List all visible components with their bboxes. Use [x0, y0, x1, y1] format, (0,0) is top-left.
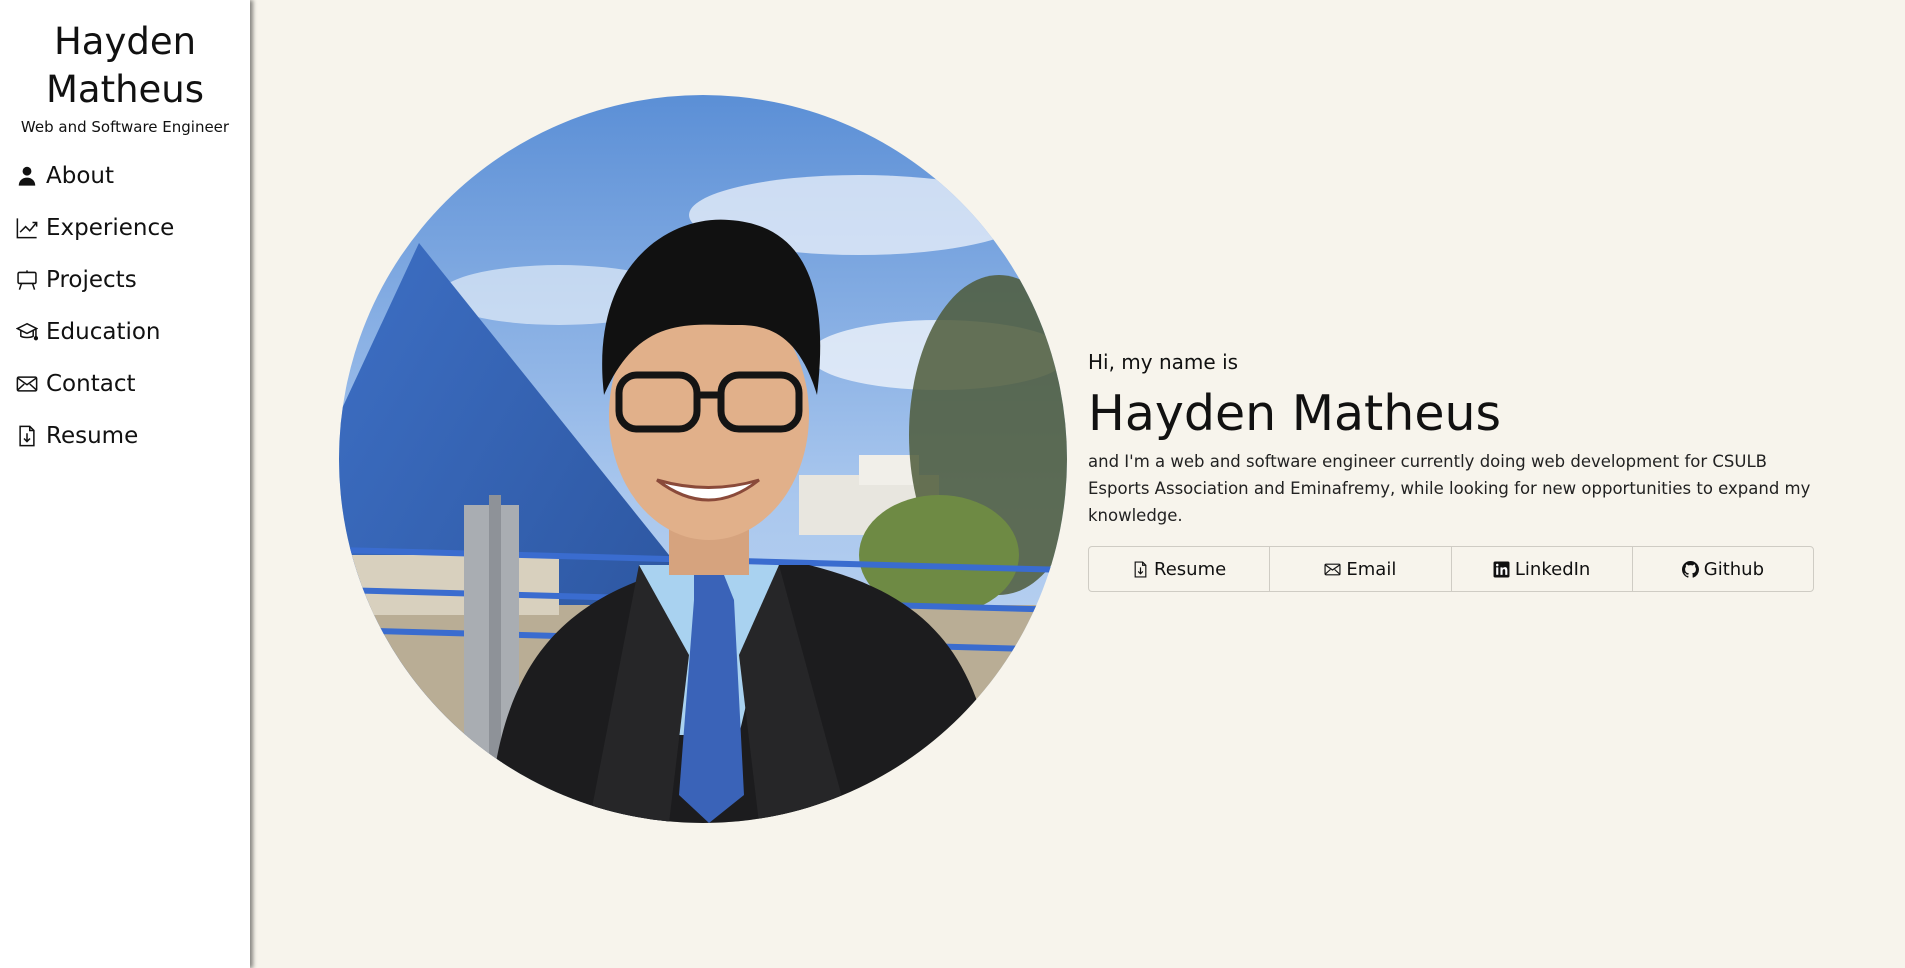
- bio-text: and I'm a web and software engineer curr…: [1088, 452, 1811, 525]
- file-download-icon: [15, 424, 39, 448]
- person-icon: [15, 164, 39, 188]
- profile-photo: [339, 95, 1067, 823]
- sidebar: Hayden Matheus Web and Software Engineer…: [0, 0, 250, 968]
- brand-name: Hayden Matheus: [0, 18, 250, 114]
- sidebar-item-label: Education: [46, 319, 161, 345]
- sidebar-item-label: Resume: [46, 423, 139, 449]
- main-content: Hi, my name is Hayden Matheus and I'm a …: [250, 0, 1905, 968]
- brand-tagline: Web and Software Engineer: [20, 118, 230, 136]
- hero-name: Hayden Matheus: [1088, 385, 1502, 442]
- envelope-icon: [15, 372, 39, 396]
- github-icon: [1681, 560, 1699, 578]
- easel-icon: [15, 268, 39, 292]
- resume-button[interactable]: Resume: [1089, 547, 1271, 591]
- greeting: Hi, my name is: [1088, 350, 1239, 374]
- email-button[interactable]: Email: [1270, 547, 1452, 591]
- graph-up-icon: [15, 216, 39, 240]
- brand-name-last: Matheus: [45, 68, 205, 111]
- github-button-label: Github: [1703, 558, 1764, 580]
- sidebar-item-label: Experience: [46, 215, 175, 241]
- sidebar-item-resume[interactable]: Resume: [0, 410, 250, 462]
- resume-button-label: Resume: [1154, 558, 1227, 580]
- profile-photo-illustration: [339, 95, 1067, 823]
- sidebar-item-label: About: [46, 163, 115, 189]
- sidebar-item-label: Contact: [46, 371, 136, 397]
- brand-name-first: Hayden: [53, 20, 197, 63]
- linkedin-button[interactable]: LinkedIn: [1452, 547, 1633, 591]
- sidebar-item-about[interactable]: About: [0, 150, 250, 202]
- envelope-icon: [1324, 563, 1341, 575]
- linkedin-button-label: LinkedIn: [1514, 558, 1591, 580]
- sidebar-item-education[interactable]: Education: [0, 306, 250, 358]
- sidebar-item-contact[interactable]: Contact: [0, 358, 250, 410]
- github-button[interactable]: Github: [1633, 547, 1813, 591]
- file-download-icon: [1134, 560, 1147, 578]
- sidebar-item-experience[interactable]: Experience: [0, 202, 250, 254]
- intro-section: Hi, my name is Hayden Matheus and I'm a …: [1088, 350, 1818, 592]
- linkedin-icon: [1493, 561, 1510, 577]
- sidebar-nav: About Experience Projects Education Cont…: [0, 150, 250, 462]
- sidebar-item-projects[interactable]: Projects: [0, 254, 250, 306]
- social-links: Resume Email LinkedIn Github: [1088, 546, 1814, 592]
- email-button-label: Email: [1346, 558, 1397, 580]
- mortarboard-icon: [15, 320, 39, 344]
- sidebar-item-label: Projects: [46, 267, 137, 293]
